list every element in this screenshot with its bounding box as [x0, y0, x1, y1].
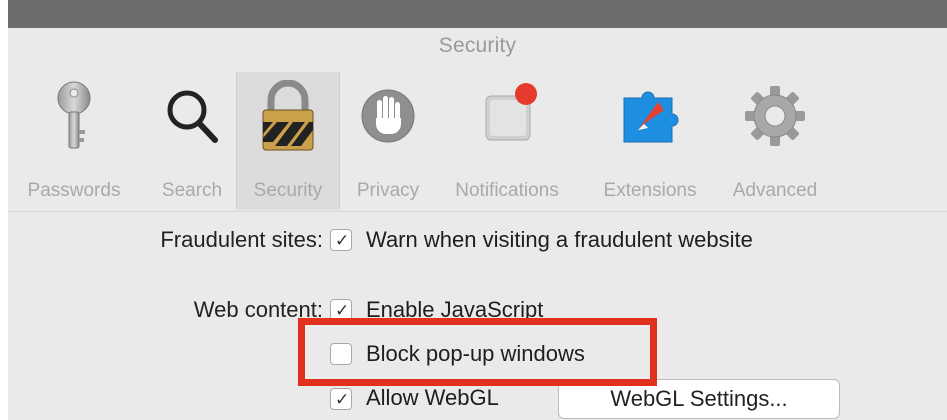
- hand-icon: [348, 80, 428, 152]
- fraudulent-sites-label: Fraudulent sites:: [160, 227, 323, 252]
- magnifier-icon: [152, 80, 232, 152]
- tab-notifications-label: Notifications: [455, 180, 559, 201]
- tab-notifications[interactable]: Notifications: [444, 72, 570, 210]
- key-icon: [14, 80, 134, 152]
- tab-extensions-label: Extensions: [603, 180, 697, 201]
- tab-privacy[interactable]: Privacy: [348, 72, 428, 210]
- tab-search[interactable]: Search: [152, 72, 232, 210]
- puzzle-compass-icon: [592, 80, 708, 152]
- security-pane: Fraudulent sites: ✓ Warn when visiting a…: [8, 213, 947, 420]
- tab-extensions[interactable]: Extensions: [592, 72, 708, 210]
- tab-passwords-label: Passwords: [27, 180, 121, 201]
- fraudulent-warning-checkbox[interactable]: ✓: [330, 229, 352, 251]
- padlock-icon: [237, 80, 339, 152]
- highlight-box: [298, 318, 657, 386]
- window-title: Security: [438, 34, 517, 57]
- allow-webgl-text: Allow WebGL: [366, 385, 499, 410]
- checkmark-icon: ✓: [335, 231, 350, 250]
- preferences-toolbar: Passwords Search Security Privacy Notifi…: [8, 68, 947, 210]
- tab-security[interactable]: Security: [236, 72, 340, 210]
- tab-privacy-label: Privacy: [356, 180, 420, 201]
- tab-advanced[interactable]: Advanced: [720, 72, 830, 210]
- toolbar-divider: [8, 211, 947, 212]
- fraudulent-warning-text: Warn when visiting a fraudulent website: [366, 227, 753, 252]
- notification-badge-icon: [444, 80, 570, 152]
- checkmark-icon: ✓: [335, 390, 350, 409]
- window-top-bar: [0, 0, 947, 28]
- tab-security-label: Security: [253, 180, 323, 201]
- gear-icon: [720, 80, 830, 152]
- tab-advanced-label: Advanced: [732, 180, 818, 201]
- allow-webgl-checkbox[interactable]: ✓: [330, 388, 352, 410]
- tab-passwords[interactable]: Passwords: [14, 72, 134, 210]
- tab-search-label: Search: [161, 180, 223, 201]
